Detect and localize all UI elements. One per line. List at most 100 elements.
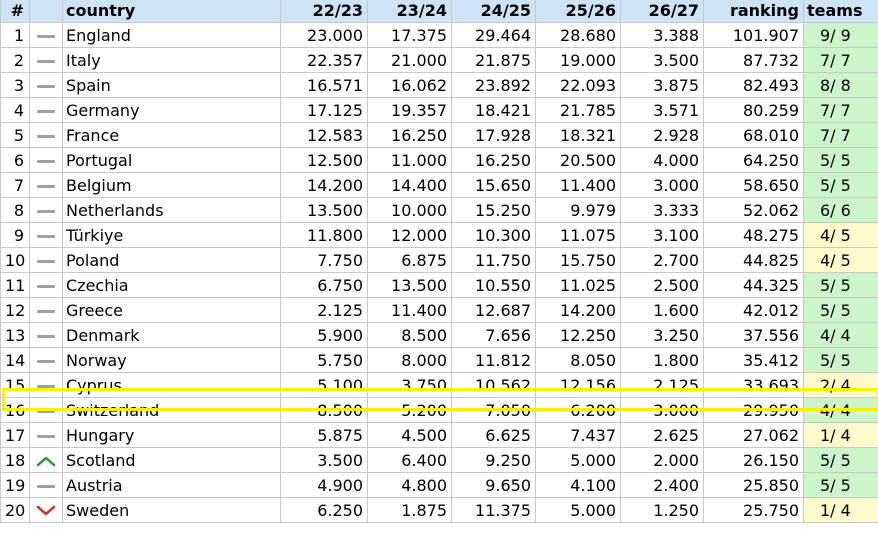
table-row[interactable]: 13 Denmark 5.900 8.500 7.656 12.250 3.250 37.55…: [0, 322, 878, 348]
teams-cell: 5/ 5: [803, 472, 878, 498]
season-24-25-cell: 10.562: [451, 372, 536, 398]
season-24-25-cell: 9.250: [451, 447, 536, 473]
table-row[interactable]: 6 Portugal 12.500 11.000 16.250 20.500 4.000 64…: [0, 147, 878, 173]
table-row[interactable]: 7 Belgium 14.200 14.400 15.650 11.400 3.000 58.…: [0, 172, 878, 198]
table-row[interactable]: 19 Austria 4.900 4.800 9.650 4.100 2.400 25.850…: [0, 472, 878, 498]
trend-cell: [29, 122, 63, 148]
season-24-25-cell: 7.050: [451, 397, 536, 423]
header-season-22-23[interactable]: 22/23: [280, 0, 368, 23]
header-teams[interactable]: teams: [803, 0, 878, 23]
table-row[interactable]: 8 Netherlands 13.500 10.000 15.250 9.979 3.333…: [0, 197, 878, 223]
teams-cell: 4/ 5: [803, 247, 878, 273]
season-25-26-cell: 11.400: [535, 172, 621, 198]
table-row[interactable]: 17 Hungary 5.875 4.500 6.625 7.437 2.625 27.062…: [0, 422, 878, 448]
header-season-26-27[interactable]: 26/27: [620, 0, 704, 23]
table-row[interactable]: 9 Türkiye 11.800 12.000 10.300 11.075 3.100 48.…: [0, 222, 878, 248]
rank-cell: 20: [0, 497, 30, 523]
table-row[interactable]: 3 Spain 16.571 16.062 23.892 22.093 3.875 82.49…: [0, 72, 878, 98]
header-country[interactable]: country: [62, 0, 281, 23]
teams-cell: 4/ 5: [803, 222, 878, 248]
season-23-24-cell: 11.000: [367, 147, 452, 173]
table-row[interactable]: 4 Germany 17.125 19.357 18.421 21.785 3.571 80.…: [0, 97, 878, 123]
rank-cell: 2: [0, 47, 30, 73]
rank-cell: 8: [0, 197, 30, 223]
season-22-23-cell: 17.125: [280, 97, 368, 123]
teams-cell: 6/ 6: [803, 197, 878, 223]
table-row[interactable]: 11 Czechia 6.750 13.500 10.550 11.025 2.500 44.…: [0, 272, 878, 298]
season-22-23-cell: 23.000: [280, 22, 368, 48]
trend-unchanged-icon: [37, 259, 55, 263]
country-cell: Spain: [62, 72, 281, 98]
season-24-25-cell: 9.650: [451, 472, 536, 498]
season-22-23-cell: 4.900: [280, 472, 368, 498]
season-25-26-cell: 14.200: [535, 297, 621, 323]
season-26-27-cell: 3.500: [620, 47, 704, 73]
teams-cell: 5/ 5: [803, 147, 878, 173]
trend-cell: [29, 147, 63, 173]
ranking-cell: 25.750: [703, 497, 804, 523]
teams-cell: 7/ 7: [803, 97, 878, 123]
rank-cell: 5: [0, 122, 30, 148]
trend-unchanged-icon: [37, 84, 55, 88]
rank-cell: 4: [0, 97, 30, 123]
table-row[interactable]: 1 England 23.000 17.375 29.464 28.680 3.388 101…: [0, 22, 878, 48]
season-22-23-cell: 7.750: [280, 247, 368, 273]
season-25-26-cell: 20.500: [535, 147, 621, 173]
season-25-26-cell: 15.750: [535, 247, 621, 273]
rank-cell: 7: [0, 172, 30, 198]
rank-cell: 14: [0, 347, 30, 373]
season-24-25-cell: 23.892: [451, 72, 536, 98]
header-season-23-24[interactable]: 23/24: [367, 0, 452, 23]
country-cell: Belgium: [62, 172, 281, 198]
trend-unchanged-icon: [37, 384, 55, 388]
season-22-23-cell: 6.250: [280, 497, 368, 523]
table-row[interactable]: 2 Italy 22.357 21.000 21.875 19.000 3.500 87.73…: [0, 47, 878, 73]
header-season-25-26[interactable]: 25/26: [535, 0, 621, 23]
season-26-27-cell: 1.800: [620, 347, 704, 373]
table-row[interactable]: 18 Scotland 3.500 6.400 9.250 5.000 2.000 26.15…: [0, 447, 878, 473]
teams-cell: 5/ 5: [803, 347, 878, 373]
season-26-27-cell: 2.400: [620, 472, 704, 498]
rank-cell: 9: [0, 222, 30, 248]
table-row[interactable]: 20 Sweden 6.250 1.875 11.375 5.000 1.250 25.750…: [0, 497, 878, 523]
rank-cell: 6: [0, 147, 30, 173]
trend-up-icon: [36, 456, 56, 467]
season-26-27-cell: 3.875: [620, 72, 704, 98]
season-23-24-cell: 5.200: [367, 397, 452, 423]
season-22-23-cell: 12.583: [280, 122, 368, 148]
season-26-27-cell: 2.625: [620, 422, 704, 448]
season-23-24-cell: 8.000: [367, 347, 452, 373]
season-23-24-cell: 21.000: [367, 47, 452, 73]
trend-cell: [29, 297, 63, 323]
season-25-26-cell: 4.100: [535, 472, 621, 498]
country-cell: Cyprus: [62, 372, 281, 398]
trend-unchanged-icon: [37, 59, 55, 63]
ranking-cell: 37.556: [703, 322, 804, 348]
trend-unchanged-icon: [37, 159, 55, 163]
season-26-27-cell: 3.250: [620, 322, 704, 348]
teams-cell: 9/ 9: [803, 22, 878, 48]
table-row[interactable]: 12 Greece 2.125 11.400 12.687 14.200 1.600 42.0…: [0, 297, 878, 323]
trend-cell: [29, 97, 63, 123]
header-season-24-25[interactable]: 24/25: [451, 0, 536, 23]
ranking-cell: 58.650: [703, 172, 804, 198]
trend-cell: [29, 447, 63, 473]
season-24-25-cell: 15.650: [451, 172, 536, 198]
rank-cell: 1: [0, 22, 30, 48]
trend-cell: [29, 47, 63, 73]
table-row[interactable]: 15 Cyprus 5.100 3.750 10.562 12.156 2.125 33.69…: [0, 372, 878, 398]
trend-unchanged-icon: [37, 34, 55, 38]
trend-cell: [29, 222, 63, 248]
table-row[interactable]: 5 France 12.583 16.250 17.928 18.321 2.928 68.0…: [0, 122, 878, 148]
header-ranking[interactable]: ranking: [703, 0, 804, 23]
header-rank[interactable]: #: [0, 0, 30, 23]
ranking-cell: 82.493: [703, 72, 804, 98]
season-24-25-cell: 11.375: [451, 497, 536, 523]
table-row[interactable]: 10 Poland 7.750 6.875 11.750 15.750 2.700 44.82…: [0, 247, 878, 273]
season-25-26-cell: 19.000: [535, 47, 621, 73]
table-row[interactable]: 16 Switzerland 8.500 5.200 7.050 6.200 3.000 29…: [0, 397, 878, 423]
season-24-25-cell: 11.750: [451, 247, 536, 273]
ranking-cell: 29.950: [703, 397, 804, 423]
table-row[interactable]: 14 Norway 5.750 8.000 11.812 8.050 1.800 35.412…: [0, 347, 878, 373]
season-26-27-cell: 2.928: [620, 122, 704, 148]
